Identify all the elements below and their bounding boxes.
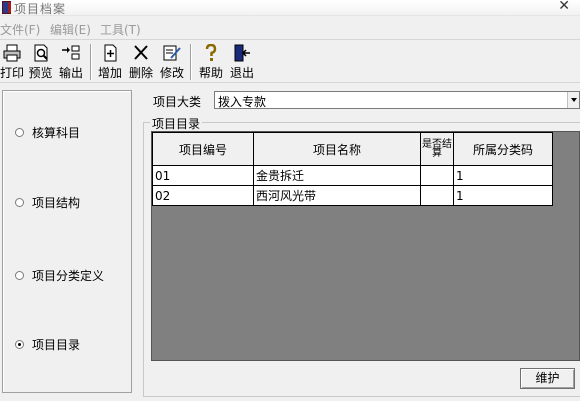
menu-edit[interactable]: 编辑(E) [50, 21, 91, 38]
column-header-class-code[interactable]: 所属分类码 [453, 132, 553, 166]
exit-button[interactable]: 退出 [228, 43, 256, 81]
maintain-button[interactable]: 维护 [520, 368, 575, 389]
printer-icon [3, 44, 21, 62]
edit-pencil-icon [163, 45, 181, 61]
option-label: 项目分类定义 [32, 268, 105, 283]
menu-bar: 文件(F) 编辑(E) 工具(T) [0, 17, 580, 39]
option-accounting-subject[interactable]: 核算科目 [15, 124, 80, 140]
cell-settled[interactable] [420, 165, 454, 186]
column-header-code[interactable]: 项目编号 [152, 132, 254, 166]
preview-button[interactable]: 预览 [27, 43, 54, 81]
exit-door-icon [234, 44, 250, 62]
export-label: 输出 [58, 66, 83, 80]
option-project-structure[interactable]: 项目结构 [15, 194, 80, 210]
preview-label: 预览 [28, 66, 53, 80]
column-header-name[interactable]: 项目名称 [253, 132, 421, 166]
directory-legend: 项目目录 [150, 115, 203, 132]
export-icon [62, 45, 80, 60]
directory-table: 项目编号 项目名称 是否结算 所属分类码 01 金贵拆迁 1 02 西河风光带 … [152, 132, 553, 206]
print-label: 打印 [0, 66, 25, 80]
chevron-down-icon[interactable] [567, 92, 579, 108]
help-label: 帮助 [198, 66, 223, 80]
add-document-icon [104, 44, 117, 62]
edit-label: 修改 [159, 66, 184, 80]
category-select[interactable]: 拨入专款 [214, 91, 580, 109]
cell-name[interactable]: 金贵拆迁 [253, 165, 421, 186]
category-label: 项目大类 [153, 95, 202, 109]
cell-class-code[interactable]: 1 [453, 165, 553, 186]
help-button[interactable]: 帮助 [197, 43, 225, 81]
toolbar-separator [190, 44, 192, 80]
toolbar-separator [90, 44, 92, 80]
add-label: 增加 [97, 66, 122, 80]
column-header-settled[interactable]: 是否结算 [420, 132, 454, 166]
add-button[interactable]: 增加 [96, 43, 124, 81]
delete-label: 删除 [128, 66, 153, 80]
radio-icon [15, 197, 24, 207]
edit-button[interactable]: 修改 [158, 43, 186, 81]
window-title: 项目档案 [14, 2, 67, 16]
table-row[interactable]: 02 西河风光带 1 [152, 185, 553, 206]
category-value: 拨入专款 [218, 95, 267, 109]
preview-icon [34, 44, 48, 62]
directory-grid[interactable]: 项目编号 项目名称 是否结算 所属分类码 01 金贵拆迁 1 02 西河风光带 … [151, 131, 580, 361]
exit-label: 退出 [229, 66, 254, 80]
radio-icon [15, 127, 24, 137]
cell-settled[interactable] [420, 185, 454, 206]
option-label: 项目目录 [32, 337, 81, 352]
close-button[interactable]: ✕ [558, 0, 570, 14]
export-button[interactable]: 输出 [57, 43, 85, 81]
cell-code[interactable]: 02 [152, 185, 254, 206]
option-label: 核算科目 [32, 125, 81, 140]
option-project-class-definition[interactable]: 项目分类定义 [15, 267, 104, 283]
help-question-icon [205, 44, 217, 61]
title-bar: 项目档案 ✕ [0, 0, 580, 16]
app-icon [2, 1, 11, 14]
cell-class-code[interactable]: 1 [453, 185, 553, 206]
option-label: 项目结构 [32, 195, 81, 210]
table-row[interactable]: 01 金贵拆迁 1 [152, 165, 553, 186]
cell-code[interactable]: 01 [152, 165, 254, 186]
menu-tools[interactable]: 工具(T) [100, 21, 141, 38]
delete-button[interactable]: 删除 [127, 43, 155, 81]
menu-file[interactable]: 文件(F) [0, 21, 40, 38]
delete-x-icon [134, 45, 148, 60]
toolbar: 打印 预览 输出 增加 删除 修改 帮助 退出 [0, 39, 580, 83]
cell-name[interactable]: 西河风光带 [253, 185, 421, 206]
option-panel: 核算科目 项目结构 项目分类定义 项目目录 [2, 90, 132, 393]
radio-selected-icon [15, 339, 24, 349]
option-project-directory[interactable]: 项目目录 [15, 336, 80, 352]
print-button[interactable]: 打印 [0, 43, 24, 81]
radio-icon [15, 270, 24, 280]
